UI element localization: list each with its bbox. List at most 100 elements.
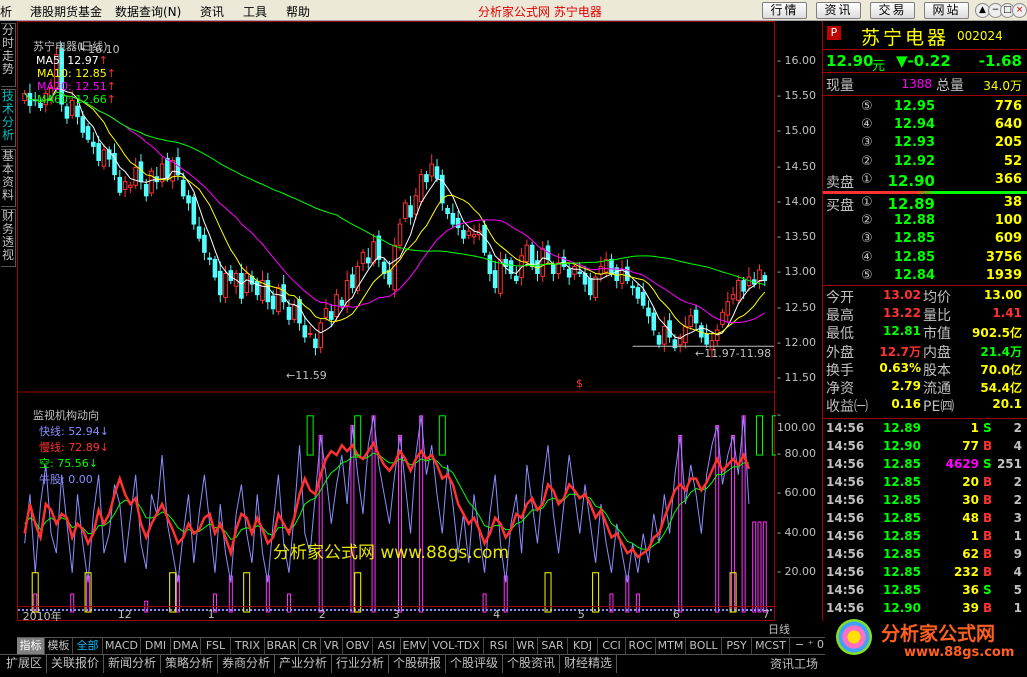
bottom-tab[interactable]: 个股资讯: [503, 655, 560, 673]
bottom-tab[interactable]: 关联报价: [47, 655, 104, 673]
tick-price: 12.90: [883, 439, 921, 453]
candle-body: [313, 338, 318, 349]
candle-body: [270, 295, 276, 310]
candle-body: [445, 208, 450, 214]
indicator-tab-mtm[interactable]: MTM: [656, 638, 686, 654]
info-factory-button[interactable]: 资讯工场: [770, 655, 818, 672]
indicator-tab-brar[interactable]: BRAR: [265, 638, 299, 654]
tick-count: 5: [1013, 583, 1022, 597]
indicator-tab-vr[interactable]: VR: [321, 638, 343, 654]
trade-button[interactable]: 交易: [870, 2, 915, 19]
divider: [823, 418, 1027, 419]
indicator-tab-psy[interactable]: PSY: [722, 638, 752, 654]
bottom-tab[interactable]: 新闻分析: [104, 655, 161, 673]
y-tick-label: - 40.00: [777, 525, 816, 539]
marker-dollar: $: [576, 377, 583, 390]
indicator-tab-fsl[interactable]: FSL: [201, 638, 231, 654]
indicator-tab-sar[interactable]: SAR: [538, 638, 568, 654]
book-price: 12.92: [893, 153, 935, 169]
tick-side: S: [983, 457, 992, 471]
menu-item-news[interactable]: 资讯: [200, 3, 224, 20]
y-tick-label: - 14.50: [777, 159, 816, 173]
ask-row[interactable]: ④ 12.94 640: [823, 117, 1027, 135]
indicator-tab-boll[interactable]: BOLL: [686, 638, 722, 654]
indicator-tab-cr[interactable]: CR: [299, 638, 321, 654]
book-volume: 38: [1003, 195, 1022, 210]
bottom-tab[interactable]: 券商分析: [218, 655, 275, 673]
y-tick-label: - 12.50: [777, 300, 816, 314]
menu-item-hk-futures[interactable]: 港股期货基金: [30, 3, 102, 20]
menu-item-tools[interactable]: 工具: [243, 3, 267, 20]
quote-button[interactable]: 行情: [762, 2, 807, 19]
menu-item-data-query[interactable]: 数据查询(N): [115, 3, 181, 20]
candle-body: [128, 184, 133, 188]
bottom-tab-bar: 扩展区 关联报价 新闻分析 策略分析 券商分析 产业分析 行业分析 个股研报 个股评级 个股资讯财…: [0, 654, 825, 673]
tick-row: 14:56 12.89 1 S 2: [823, 421, 1027, 439]
menu-item-analysis[interactable]: 析: [0, 3, 12, 20]
bid-row[interactable]: ⑤ 12.84 1939: [823, 268, 1027, 286]
watermark: 分析家公式网 www.88gs.com: [273, 543, 509, 563]
bottom-tab[interactable]: 个股研报: [389, 655, 446, 673]
indicator-tab-[interactable]: 全部: [73, 638, 103, 654]
arrow-up-icon: ↑: [106, 67, 116, 80]
indicator-tab-cci[interactable]: CCI: [598, 638, 626, 654]
indicator-tab-voltdx[interactable]: VOL-TDX: [429, 638, 484, 654]
candle-body: [566, 268, 572, 278]
indicator-tab-trix[interactable]: TRIX: [231, 638, 265, 654]
indicator-tab-roc[interactable]: ROC: [626, 638, 656, 654]
indicator-tab-[interactable]: 模板: [45, 638, 73, 654]
bottom-tab[interactable]: 策略分析: [161, 655, 218, 673]
ask-row[interactable]: ② 12.92 52: [823, 154, 1027, 172]
news-button[interactable]: 资讯: [816, 2, 861, 19]
indicator-bar: [715, 425, 720, 613]
tick-count: 3: [1013, 511, 1022, 525]
bid-row[interactable]: ③ 12.85 609: [823, 231, 1027, 249]
candle-body: [323, 308, 329, 318]
indicator-tab-dma[interactable]: DMA: [171, 638, 201, 654]
indicator-tab-[interactable]: 指标: [17, 638, 45, 654]
tick-volume: 77: [962, 439, 979, 453]
tick-price: 12.85: [883, 511, 921, 525]
indicator-tab-kdj[interactable]: KDJ: [568, 638, 598, 654]
indicator-bar: [752, 521, 757, 613]
ma60-legend: MA60: 12.66: [37, 93, 107, 106]
bottom-tab[interactable]: 产业分析: [275, 655, 332, 673]
indicator-tab-asi[interactable]: ASI: [373, 638, 401, 654]
indicator-tab-emv[interactable]: EMV: [401, 638, 429, 654]
tick-side: B: [983, 547, 993, 561]
chart-area[interactable]: 苏宁电器(日线) MA5: 12.97↑ MA10: 12.85↑ MA20: …: [17, 21, 779, 623]
book-level: ③: [861, 231, 873, 247]
bottom-tab[interactable]: 行业分析: [332, 655, 389, 673]
bottom-tab[interactable]: 个股评级: [446, 655, 503, 673]
volume-row: 现量 1388 总量 34.0万: [823, 75, 1027, 94]
ask-row[interactable]: ⑤ 12.95 776: [823, 99, 1027, 117]
tab-financial[interactable]: 财务透视: [1, 209, 16, 267]
bottom-tab[interactable]: 扩展区: [2, 655, 47, 673]
indicator-tab-rsi[interactable]: RSI: [484, 638, 514, 654]
bottom-tab[interactable]: 财经精选: [560, 655, 617, 673]
tab-basic-info[interactable]: 基本资料: [1, 149, 16, 207]
tab-technical[interactable]: 技术分析: [1, 89, 16, 147]
bid-row[interactable]: ④ 12.85 3756: [823, 250, 1027, 268]
bid-row[interactable]: ② 12.88 100: [823, 213, 1027, 231]
tab-intraday[interactable]: 分时走势: [1, 23, 16, 87]
ask-row[interactable]: ③ 12.93 205: [823, 135, 1027, 153]
indicator-tab-macd[interactable]: MACD: [103, 638, 141, 654]
tick-price: 12.89: [883, 421, 921, 435]
website-button[interactable]: 网站: [924, 2, 969, 19]
signal-marker-green: [755, 415, 763, 456]
book-price: 12.89: [887, 195, 935, 213]
indicator-tab-wr[interactable]: WR: [514, 638, 538, 654]
close-icon[interactable]: ×: [1012, 3, 1027, 18]
stat-label: 净资: [826, 381, 854, 397]
nav-arrows[interactable]: − ⁺ 0: [795, 638, 824, 651]
indicator-tab-dmi[interactable]: DMI: [141, 638, 171, 654]
period-label[interactable]: 日线: [768, 621, 790, 637]
indicator-tab-obv[interactable]: OBV: [343, 638, 373, 654]
menu-item-help[interactable]: 帮助: [286, 3, 310, 20]
bid-row[interactable]: 买盘 ① 12.89 38: [823, 195, 1027, 214]
ask-row[interactable]: 卖盘 ① 12.90 366: [823, 171, 1027, 191]
window-title: 分析家公式网 苏宁电器: [478, 5, 602, 19]
indicator-tab-mcst[interactable]: MCST: [752, 638, 790, 654]
book-volume: 366: [994, 171, 1022, 187]
